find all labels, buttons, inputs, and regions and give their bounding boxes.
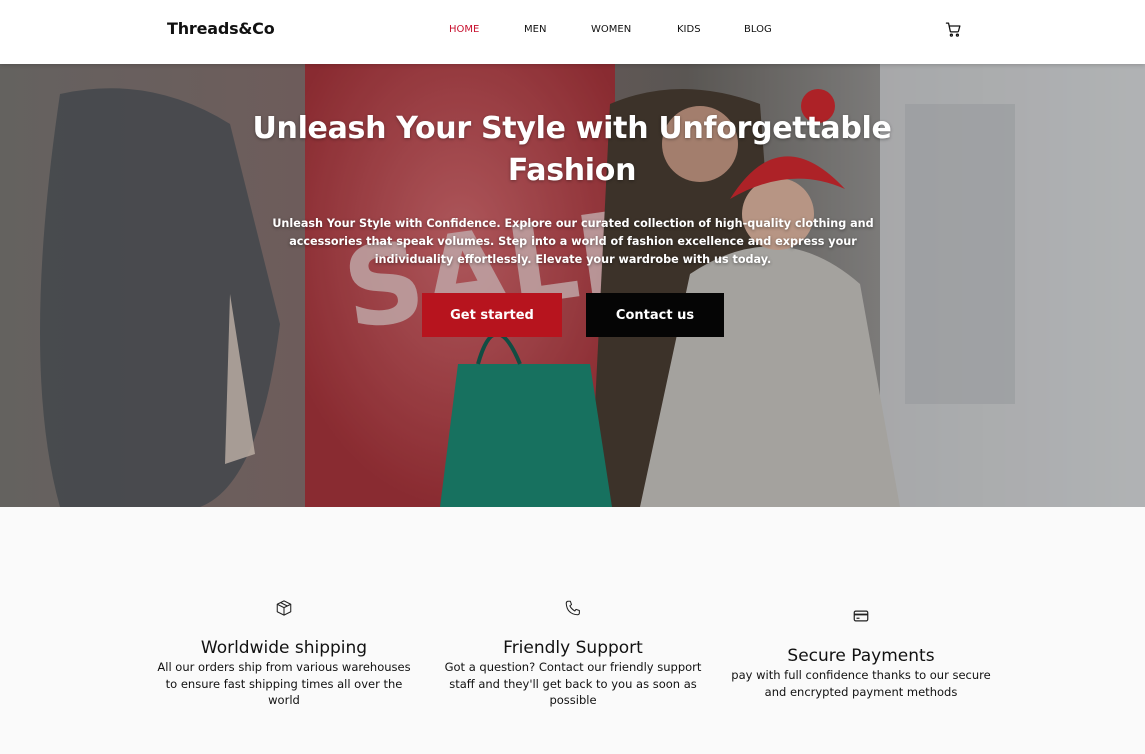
get-started-button[interactable]: Get started xyxy=(422,293,562,337)
site-logo[interactable]: Threads&Co xyxy=(167,19,275,38)
contact-us-button[interactable]: Contact us xyxy=(586,293,724,337)
nav-women[interactable]: WOMEN xyxy=(591,24,631,35)
nav-blog[interactable]: BLOG xyxy=(744,24,772,35)
phone-icon xyxy=(565,600,580,616)
credit-card-icon xyxy=(853,610,869,622)
box-icon xyxy=(276,600,292,616)
feature-title: Worldwide shipping xyxy=(200,638,368,658)
nav-kids[interactable]: KIDS xyxy=(677,24,701,35)
feature-payments: Secure Payments pay with full confidence… xyxy=(730,607,992,700)
feature-title: Secure Payments xyxy=(787,646,935,666)
feature-text: pay with full confidence thanks to our s… xyxy=(731,668,991,699)
feature-support: Friendly Support Got a question? Contact… xyxy=(438,599,708,709)
site-header: Threads&Co HOME MEN WOMEN KIDS BLOG xyxy=(0,0,1145,64)
hero-subtitle: Unleash Your Style with Confidence. Expl… xyxy=(272,217,874,266)
nav-home[interactable]: HOME xyxy=(449,24,479,35)
nav-men[interactable]: MEN xyxy=(524,24,546,35)
feature-text: All our orders ship from various warehou… xyxy=(157,660,411,707)
hero-title: Unleash Your Style with Unforgettable Fa… xyxy=(252,111,892,188)
feature-title: Friendly Support xyxy=(503,638,643,658)
feature-shipping: Worldwide shipping All our orders ship f… xyxy=(150,599,418,709)
cart-icon[interactable] xyxy=(945,21,962,38)
hero-section: SALE Unleash Your Style with Unforgettab… xyxy=(0,64,1145,507)
feature-text: Got a question? Contact our friendly sup… xyxy=(444,660,702,707)
features-section: Worldwide shipping All our orders ship f… xyxy=(0,507,1145,754)
